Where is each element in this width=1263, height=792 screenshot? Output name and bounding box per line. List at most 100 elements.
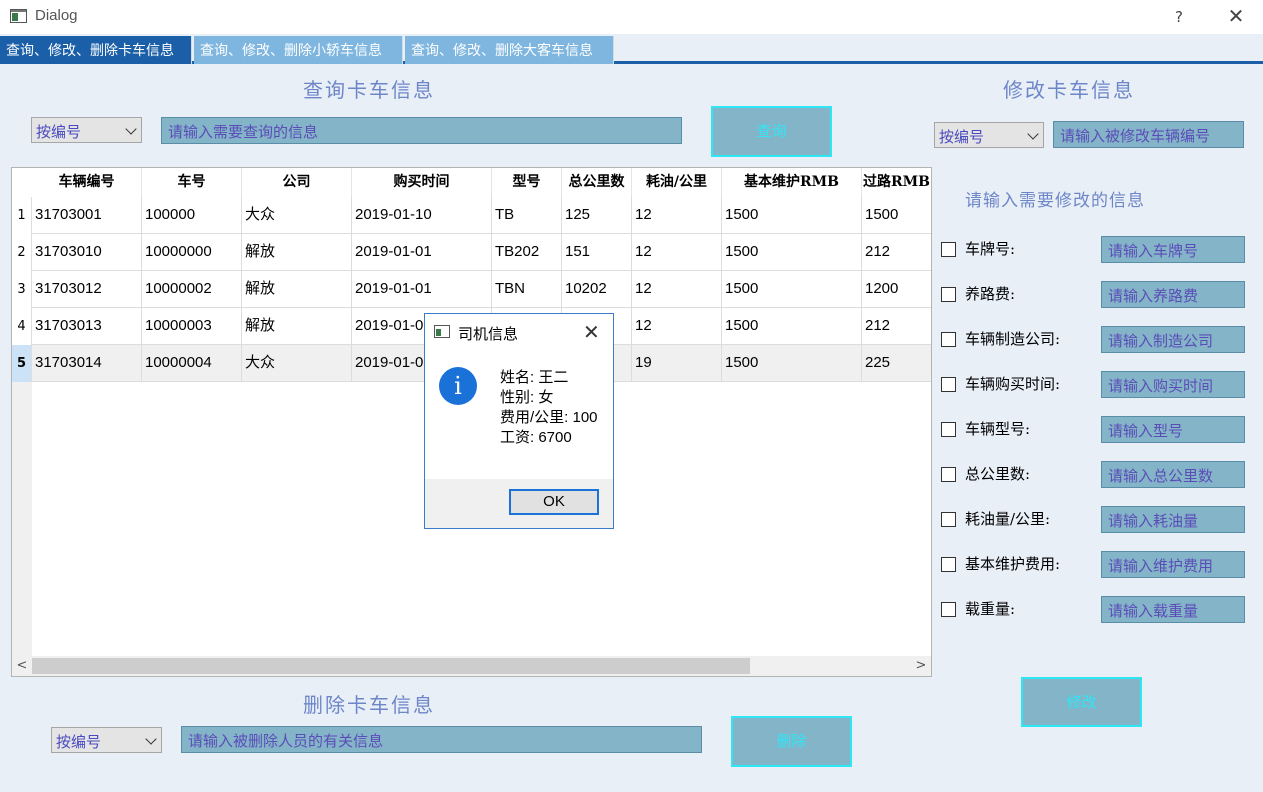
checkbox-maintenance[interactable] [941, 557, 956, 572]
table-cell: 12 [632, 271, 722, 307]
driver-gender: 性别: 女 [500, 389, 554, 406]
table-cell: 10000000 [142, 234, 242, 270]
row-number[interactable]: 4 [12, 308, 32, 345]
table-cell: 31703001 [32, 197, 142, 233]
table-cell: 1500 [722, 345, 862, 381]
column-header[interactable]: 耗油/公里 [632, 168, 722, 197]
ok-button[interactable]: OK [509, 489, 599, 515]
column-header[interactable]: 车辆编号 [32, 168, 142, 197]
field-label: 养路费: [965, 285, 1016, 303]
modify-mode-select[interactable]: 按编号 [934, 122, 1044, 148]
table-cell: TBN [492, 271, 562, 307]
table-cell: 10000003 [142, 308, 242, 344]
table-cell: 2019-01-01 [352, 271, 492, 307]
table-cell: 1200 [862, 271, 931, 307]
column-header[interactable]: 过路RMB [862, 168, 931, 197]
horizontal-scrollbar[interactable]: < > [12, 656, 931, 676]
fuel-input[interactable]: 请输入耗油量 [1101, 506, 1245, 533]
delete-mode-value: 按编号 [56, 733, 102, 751]
model-input[interactable]: 请输入型号 [1101, 416, 1245, 443]
table-cell: 31703013 [32, 308, 142, 344]
road-fee-input[interactable]: 请输入养路费 [1101, 281, 1245, 308]
checkbox-model[interactable] [941, 422, 956, 437]
scroll-left-icon[interactable]: < [14, 658, 30, 674]
column-header[interactable]: 车号 [142, 168, 242, 197]
checkbox-plate[interactable] [941, 242, 956, 257]
table-cell: 大众 [242, 345, 352, 381]
field-label: 总公里数: [965, 465, 1031, 483]
field-label: 基本维护费用: [965, 555, 1061, 573]
dialog-title: 司机信息 [458, 326, 519, 343]
dialog-app-icon [434, 325, 450, 338]
chevron-down-icon [121, 118, 141, 142]
driver-salary: 工资: 6700 [500, 429, 572, 446]
column-header[interactable]: 总公里数 [562, 168, 632, 197]
plate-input[interactable]: 请输入车牌号 [1101, 236, 1245, 263]
column-header[interactable]: 型号 [492, 168, 562, 197]
table-cell: 19 [632, 345, 722, 381]
delete-title: 删除卡车信息 [303, 693, 435, 717]
scrollbar-thumb[interactable] [32, 658, 750, 674]
delete-input[interactable]: 请输入被删除人员的有关信息 [181, 726, 702, 753]
load-input[interactable]: 请输入载重量 [1101, 596, 1245, 623]
row-number[interactable]: 5 [12, 345, 32, 382]
table-cell: 10202 [562, 271, 632, 307]
table-cell: 151 [562, 234, 632, 270]
row-number[interactable]: 3 [12, 271, 32, 308]
table-cell: 解放 [242, 234, 352, 270]
query-mode-select[interactable]: 按编号 [31, 117, 142, 143]
column-header[interactable]: 购买时间 [352, 168, 492, 197]
table-row[interactable]: 31703012 10000002 解放 2019-01-01 TBN 1020… [32, 271, 931, 308]
checkbox-purchase-date[interactable] [941, 377, 956, 392]
table-cell: 100000 [142, 197, 242, 233]
tab-bar: 查询、修改、删除卡车信息 查询、修改、删除小轿车信息 查询、修改、删除大客车信息 [0, 34, 1263, 64]
query-title: 查询卡车信息 [303, 78, 435, 102]
checkbox-fuel[interactable] [941, 512, 956, 527]
dialog-footer: OK [425, 479, 613, 528]
checkbox-road-fee[interactable] [941, 287, 956, 302]
table-cell: 12 [632, 234, 722, 270]
checkbox-load[interactable] [941, 602, 956, 617]
table-cell: 2019-01-10 [352, 197, 492, 233]
table-cell: 10000002 [142, 271, 242, 307]
chevron-down-icon [141, 728, 161, 752]
table-row[interactable]: 31703010 10000000 解放 2019-01-01 TB202 15… [32, 234, 931, 271]
mileage-input[interactable]: 请输入总公里数 [1101, 461, 1245, 488]
table-cell: 解放 [242, 308, 352, 344]
field-label: 车牌号: [965, 240, 1016, 258]
dialog-close-button[interactable]: ✕ [583, 320, 600, 344]
maintenance-input[interactable]: 请输入维护费用 [1101, 551, 1245, 578]
table-cell: 1500 [722, 308, 862, 344]
table-row[interactable]: 31703001 100000 大众 2019-01-10 TB 125 12 … [32, 197, 931, 234]
row-number[interactable]: 2 [12, 234, 32, 271]
tab-truck[interactable]: 查询、修改、删除卡车信息 [0, 36, 192, 64]
driver-cost: 费用/公里: 100 [500, 409, 598, 426]
field-label: 车辆购买时间: [965, 375, 1061, 393]
title-bar: Dialog ? ✕ [0, 0, 1263, 34]
query-button[interactable]: 查询 [711, 106, 832, 157]
row-number[interactable]: 1 [12, 197, 32, 234]
delete-button[interactable]: 删除 [731, 716, 852, 767]
modify-id-input[interactable]: 请输入被修改车辆编号 [1053, 121, 1244, 148]
tab-car[interactable]: 查询、修改、删除小轿车信息 [194, 36, 403, 64]
manufacturer-input[interactable]: 请输入制造公司 [1101, 326, 1245, 353]
field-label: 载重量: [965, 600, 1016, 618]
column-header[interactable]: 基本维护RMB [722, 168, 862, 197]
app-icon [10, 9, 27, 23]
table-cell: 1500 [722, 197, 862, 233]
close-window-button[interactable]: ✕ [1224, 4, 1248, 28]
table-cell: 125 [562, 197, 632, 233]
modify-button[interactable]: 修改 [1021, 677, 1142, 727]
help-button[interactable]: ? [1168, 6, 1190, 28]
delete-mode-select[interactable]: 按编号 [51, 727, 162, 753]
field-label: 车辆型号: [965, 420, 1031, 438]
table-cell: 10000004 [142, 345, 242, 381]
query-input[interactable]: 请输入需要查询的信息 [161, 117, 682, 144]
column-header[interactable]: 公司 [242, 168, 352, 197]
purchase-date-input[interactable]: 请输入购买时间 [1101, 371, 1245, 398]
checkbox-manufacturer[interactable] [941, 332, 956, 347]
checkbox-mileage[interactable] [941, 467, 956, 482]
modify-subtitle: 请输入需要修改的信息 [965, 191, 1145, 211]
tab-bus[interactable]: 查询、修改、删除大客车信息 [405, 36, 614, 64]
scroll-right-icon[interactable]: > [913, 658, 929, 674]
